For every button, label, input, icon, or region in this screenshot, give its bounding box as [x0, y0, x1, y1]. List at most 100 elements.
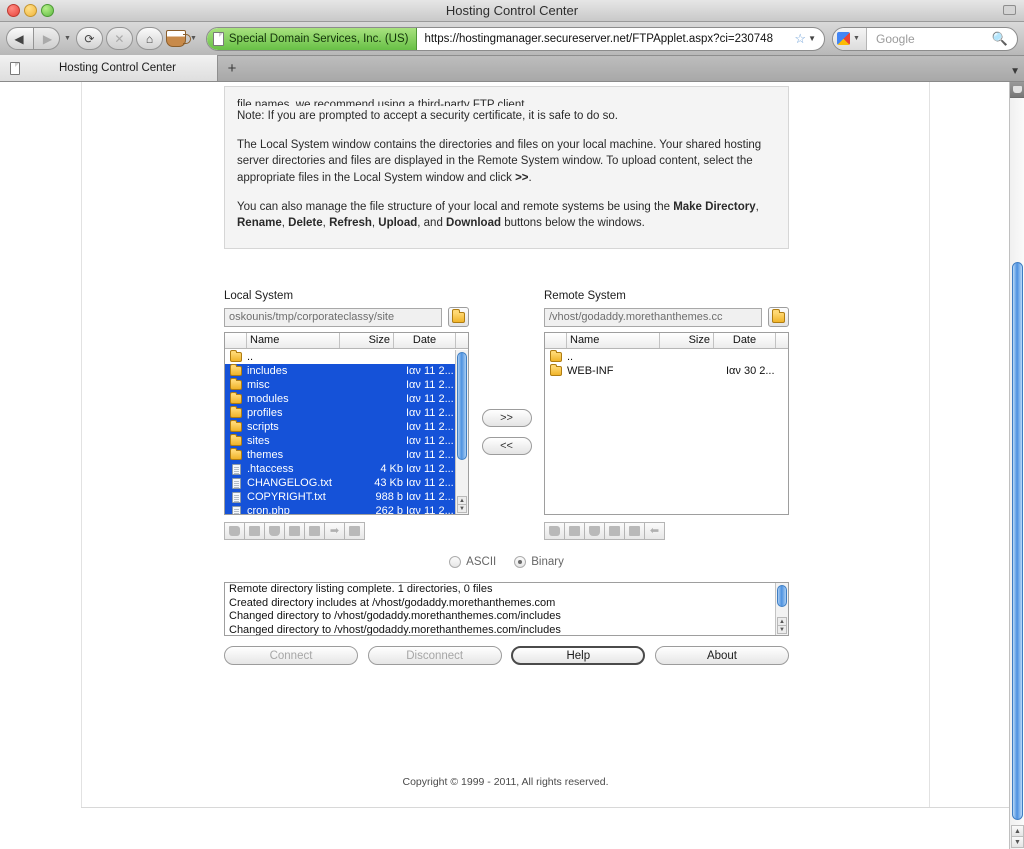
- history-dropdown-icon[interactable]: ▼: [64, 35, 71, 42]
- table-row[interactable]: ..: [545, 350, 788, 364]
- radio-binary-dot[interactable]: [514, 556, 527, 568]
- instructions-note: Note: If you are prompted to accept a se…: [237, 110, 618, 122]
- table-row[interactable]: cron.php 262 b Ιαν 11 2...: [225, 504, 468, 514]
- tab-list-icon[interactable]: ▼: [1010, 66, 1020, 77]
- column-header-date[interactable]: Date: [714, 333, 776, 348]
- table-row[interactable]: WEB-INF Ιαν 30 2...: [545, 364, 788, 378]
- file-icon: [231, 463, 241, 475]
- local-path-input[interactable]: oskounis/tmp/corporateclassy/site: [224, 307, 442, 327]
- back-button[interactable]: ◀: [6, 27, 33, 50]
- stop-button[interactable]: ✕: [105, 27, 133, 50]
- ev-certificate-badge[interactable]: Special Domain Services, Inc. (US): [206, 27, 418, 50]
- table-row[interactable]: themes Ιαν 11 2...: [225, 448, 468, 462]
- about-button[interactable]: About: [654, 646, 789, 665]
- local-browse-button[interactable]: [448, 307, 469, 327]
- column-header-name[interactable]: Name: [567, 333, 660, 348]
- refresh-button[interactable]: [604, 522, 625, 540]
- delete-button[interactable]: [584, 522, 605, 540]
- table-row[interactable]: profiles Ιαν 11 2...: [225, 406, 468, 420]
- left-arrow-button[interactable]: ⬅: [644, 522, 665, 540]
- radio-ascii-dot[interactable]: [449, 556, 462, 568]
- remote-browse-button[interactable]: [768, 307, 789, 327]
- upload-button[interactable]: [304, 522, 325, 540]
- rename-button[interactable]: [564, 522, 585, 540]
- url-input[interactable]: https://hostingmanager.secureserver.net/…: [417, 33, 794, 45]
- reload-button[interactable]: ⟳: [75, 27, 103, 50]
- local-scroll-arrows: ▲ ▼: [457, 496, 467, 513]
- make-directory-button[interactable]: [224, 522, 245, 540]
- make-directory-button[interactable]: [544, 522, 565, 540]
- row-icon-cell: [225, 505, 247, 514]
- coffee-cup-icon[interactable]: [165, 30, 191, 47]
- minimize-window-button[interactable]: [24, 4, 37, 17]
- search-bar[interactable]: ▼ Google 🔍: [832, 26, 1018, 51]
- delete-button[interactable]: [264, 522, 285, 540]
- table-row[interactable]: misc Ιαν 11 2...: [225, 378, 468, 392]
- transfer-to-local-button[interactable]: <<: [481, 437, 532, 455]
- search-input[interactable]: Google: [867, 32, 992, 46]
- refresh-icon: [609, 526, 620, 536]
- page-scrollbar[interactable]: ▲ ▼: [1009, 82, 1024, 849]
- window-traffic-lights: [7, 4, 54, 17]
- file-icon: [231, 505, 241, 514]
- remote-file-list[interactable]: Name Size Date .. WEB-INF Ιαν 30 2...: [544, 332, 789, 515]
- table-row[interactable]: COPYRIGHT.txt 988 b Ιαν 11 2...: [225, 490, 468, 504]
- search-engine-selector[interactable]: ▼: [833, 27, 867, 50]
- connect-button: Connect: [224, 646, 358, 665]
- column-header-size[interactable]: Size: [660, 333, 714, 348]
- tab-hosting-control-center[interactable]: Hosting Control Center: [0, 55, 218, 81]
- column-header-date[interactable]: Date: [394, 333, 456, 348]
- left-arrow-icon: ⬅: [649, 525, 660, 537]
- local-path-row: oskounis/tmp/corporateclassy/site: [224, 307, 469, 327]
- table-row[interactable]: .htaccess 4 Kb Ιαν 11 2...: [225, 462, 468, 476]
- table-row[interactable]: CHANGELOG.txt 43 Kb Ιαν 11 2...: [225, 476, 468, 490]
- address-bar[interactable]: Special Domain Services, Inc. (US) https…: [205, 26, 825, 51]
- column-header-icon[interactable]: [545, 333, 567, 348]
- local-scrollbar-thumb[interactable]: [457, 352, 467, 460]
- radio-binary[interactable]: Binary: [514, 556, 564, 568]
- transfer-log[interactable]: Remote directory listing complete. 1 dir…: [224, 582, 789, 636]
- log-scrollbar[interactable]: ▲ ▼: [775, 583, 788, 635]
- google-icon: [837, 32, 851, 45]
- column-header-icon[interactable]: [225, 333, 247, 348]
- magnifier-icon[interactable]: 🔍: [992, 31, 1017, 47]
- chevron-down-icon[interactable]: ▼: [808, 34, 824, 43]
- coffee-dropdown-icon[interactable]: ▼: [190, 35, 197, 42]
- local-file-list[interactable]: Name Size Date .. includes Ιαν 11 2... misc…: [224, 332, 469, 515]
- home-button[interactable]: ⌂: [135, 27, 163, 50]
- toggle-toolbar-button[interactable]: [1003, 5, 1016, 15]
- local-scrollbar[interactable]: ▲ ▼: [455, 350, 468, 514]
- table-row[interactable]: includes Ιαν 11 2...: [225, 364, 468, 378]
- column-header-size[interactable]: Size: [340, 333, 394, 348]
- table-row[interactable]: ..: [225, 350, 468, 364]
- table-row[interactable]: sites Ιαν 11 2...: [225, 434, 468, 448]
- close-window-button[interactable]: [7, 4, 20, 17]
- scroll-down-icon[interactable]: ▼: [777, 625, 787, 634]
- table-row[interactable]: scripts Ιαν 11 2...: [225, 420, 468, 434]
- log-scrollbar-thumb[interactable]: [777, 585, 787, 607]
- remote-path-input[interactable]: /vhost/godaddy.morethanthemes.cc: [544, 307, 762, 327]
- forward-button[interactable]: ▶: [33, 27, 60, 50]
- scroll-down-icon[interactable]: ▼: [457, 504, 467, 513]
- column-header-name[interactable]: Name: [247, 333, 340, 348]
- refresh-button[interactable]: [284, 522, 305, 540]
- row-name-cell: ..: [567, 351, 574, 363]
- star-icon[interactable]: ☆: [794, 31, 808, 47]
- make-directory-icon: [229, 526, 240, 536]
- radio-ascii[interactable]: ASCII: [449, 556, 496, 568]
- zoom-window-button[interactable]: [41, 4, 54, 17]
- transfer-to-remote-button[interactable]: >>: [481, 409, 532, 427]
- rename-button[interactable]: [244, 522, 265, 540]
- table-row[interactable]: modules Ιαν 11 2...: [225, 392, 468, 406]
- desktop-button[interactable]: [344, 522, 365, 540]
- new-tab-button[interactable]: +: [218, 55, 246, 81]
- download-icon: [629, 526, 640, 536]
- download-button[interactable]: [624, 522, 645, 540]
- scroll-down-icon[interactable]: ▼: [1011, 836, 1024, 848]
- help-button[interactable]: Help: [511, 646, 646, 665]
- page-scrollbar-thumb[interactable]: [1012, 262, 1023, 820]
- right-arrow-button[interactable]: ➡: [324, 522, 345, 540]
- row-size-cell: 262 b: [375, 505, 403, 514]
- folder-icon: [230, 406, 242, 418]
- log-line: Remote directory listing complete. 1 dir…: [229, 583, 493, 595]
